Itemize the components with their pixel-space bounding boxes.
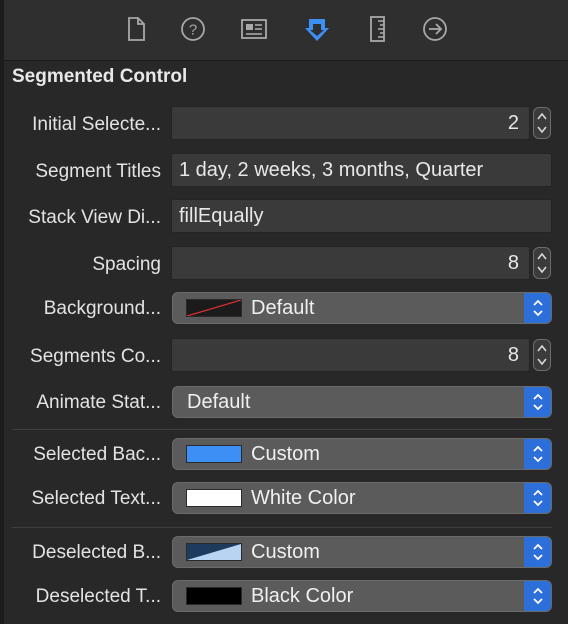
deselected-text-value: Black Color — [251, 584, 354, 607]
separator — [12, 429, 552, 430]
deselected-text-popup[interactable]: Black Color — [172, 580, 552, 612]
stack-view-distribution-field[interactable]: fillEqually — [171, 199, 552, 233]
segments-corner-label: Segments Co... — [30, 346, 161, 367]
identity-inspector-icon[interactable] — [239, 14, 269, 44]
selected-background-value: Custom — [251, 442, 320, 465]
custom-color-swatch — [186, 445, 242, 463]
custom-color-swatch — [186, 543, 242, 561]
initial-selected-stepper[interactable] — [533, 107, 551, 139]
selected-background-popup[interactable]: Custom — [172, 438, 552, 470]
size-inspector-icon[interactable] — [363, 14, 393, 44]
chevron-updown-icon — [524, 483, 551, 513]
background-label: Background... — [43, 298, 161, 319]
inspector-toolbar: ? — [4, 0, 568, 61]
selected-text-popup[interactable]: White Color — [172, 482, 552, 514]
section-title: Segmented Control — [12, 66, 188, 87]
chevron-updown-icon — [524, 439, 551, 469]
segments-corner-stepper[interactable] — [533, 339, 551, 371]
white-color-swatch — [186, 489, 242, 507]
segment-titles-label: Segment Titles — [35, 161, 161, 182]
chevron-updown-icon — [524, 537, 551, 567]
deselected-background-popup[interactable]: Custom — [172, 536, 552, 568]
deselected-background-value: Custom — [251, 540, 320, 563]
initial-selected-field[interactable]: 2 — [171, 106, 530, 140]
selected-text-value: White Color — [251, 486, 356, 509]
spacing-stepper[interactable] — [533, 247, 551, 279]
segments-corner-field[interactable]: 8 — [171, 338, 530, 372]
separator — [12, 527, 552, 528]
svg-text:?: ? — [189, 22, 197, 39]
initial-selected-label: Initial Selecte... — [32, 114, 161, 135]
selected-background-label: Selected Bac... — [33, 444, 161, 465]
deselected-background-label: Deselected B... — [32, 542, 161, 563]
stack-view-distribution-label: Stack View Di... — [28, 207, 161, 228]
black-color-swatch — [186, 587, 242, 605]
deselected-text-label: Deselected T... — [35, 586, 161, 607]
chevron-updown-icon — [524, 293, 551, 323]
background-popup[interactable]: Default — [172, 292, 552, 324]
chevron-updown-icon — [524, 387, 551, 417]
animate-state-label: Animate Stat... — [36, 392, 161, 413]
chevron-updown-icon — [524, 581, 551, 611]
default-color-swatch — [186, 299, 242, 317]
segment-titles-field[interactable]: 1 day, 2 weeks, 3 months, Quarter — [171, 153, 552, 187]
file-inspector-icon[interactable] — [121, 14, 151, 44]
spacing-label: Spacing — [92, 254, 161, 275]
quick-help-icon[interactable]: ? — [178, 14, 208, 44]
connections-inspector-icon[interactable] — [420, 14, 450, 44]
selected-text-label: Selected Text... — [31, 488, 161, 509]
animate-state-value: Default — [187, 390, 251, 413]
animate-state-popup[interactable]: Default — [172, 386, 552, 418]
background-value: Default — [251, 296, 315, 319]
attributes-inspector-icon[interactable] — [302, 14, 332, 44]
spacing-field[interactable]: 8 — [171, 246, 530, 280]
